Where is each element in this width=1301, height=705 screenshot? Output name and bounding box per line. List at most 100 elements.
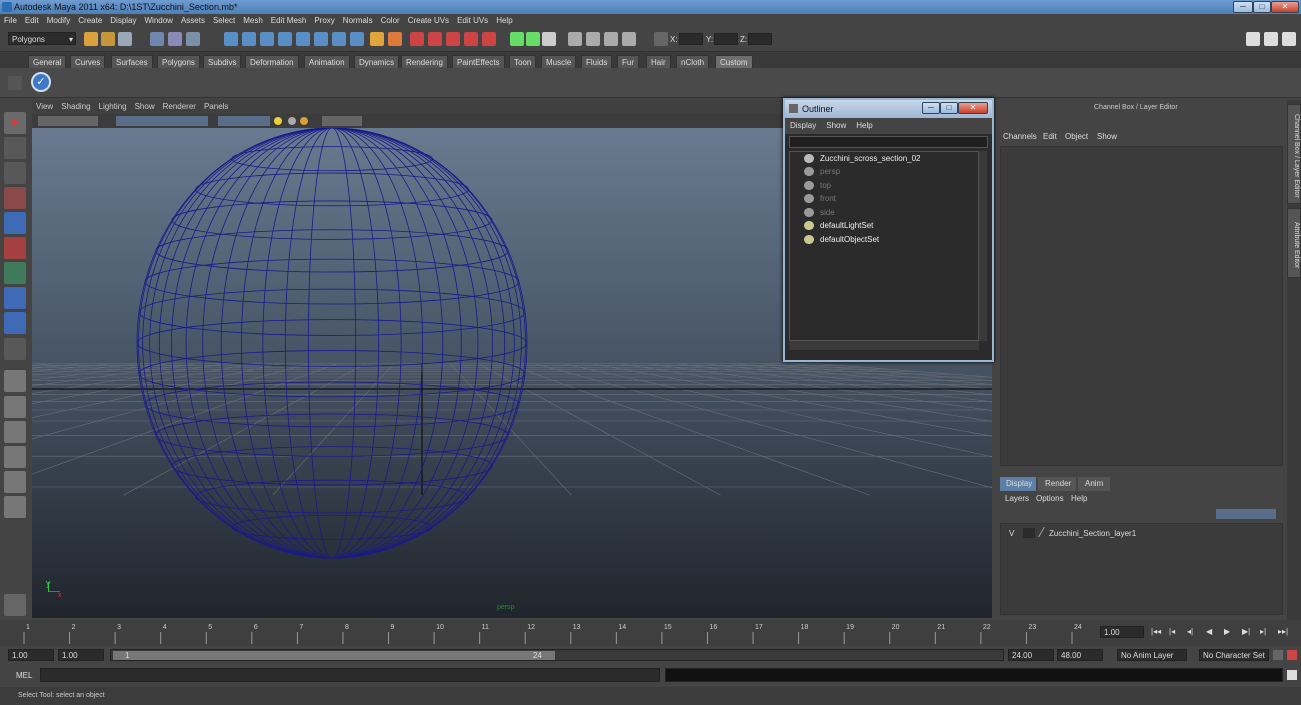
viewport-menu-shading[interactable]: Shading xyxy=(57,100,94,111)
snap-view-plane-icon[interactable] xyxy=(278,32,292,46)
outliner-vertical-scrollbar[interactable] xyxy=(979,151,987,341)
history-icon[interactable] xyxy=(314,32,328,46)
menu-proxy[interactable]: Proxy xyxy=(310,14,338,25)
outliner-item[interactable]: front xyxy=(804,194,836,206)
layer-visibility-toggle[interactable]: V xyxy=(1009,529,1014,538)
outliner-icon[interactable] xyxy=(622,32,636,46)
shelf-tab-painteffects[interactable]: PaintEffects xyxy=(452,55,505,68)
snap-point-icon[interactable] xyxy=(260,32,274,46)
select-tool-icon[interactable]: ➤ xyxy=(4,112,26,134)
outliner-item[interactable]: defaultObjectSet xyxy=(804,235,879,247)
menu-edit-mesh[interactable]: Edit Mesh xyxy=(267,14,311,25)
y-field[interactable] xyxy=(714,33,738,45)
new-scene-icon[interactable] xyxy=(84,32,98,46)
display-mode-icons[interactable] xyxy=(116,116,208,126)
shelf-tab-curves[interactable]: Curves xyxy=(70,55,106,68)
outliner-item[interactable]: Zucchini_scross_section_02 xyxy=(804,154,921,166)
select-by-component-icon[interactable] xyxy=(186,32,200,46)
layer-editor-icon[interactable] xyxy=(604,32,618,46)
outliner-titlebar[interactable]: Outliner ─ □ ✕ xyxy=(785,100,992,118)
viewport-menu-lighting[interactable]: Lighting xyxy=(95,100,131,111)
shelf-tab-hair[interactable]: Hair xyxy=(646,55,671,68)
outliner-item[interactable]: defaultLightSet xyxy=(804,221,873,233)
menu-file[interactable]: File xyxy=(0,14,21,25)
time-ruler[interactable]: 1 2 3 4 5 6 7 8 9 10 11 12 13 14 15 16 17 18 19 20 21 22 23 24 xyxy=(10,620,1098,646)
layer-name[interactable]: Zucchini_Section_layer1 xyxy=(1049,529,1136,538)
menu-window[interactable]: Window xyxy=(141,14,177,25)
shelf-tab-subdivs[interactable]: Subdivs xyxy=(203,55,242,68)
select-by-object-icon[interactable] xyxy=(168,32,182,46)
shelf-tab-rendering[interactable]: Rendering xyxy=(401,55,448,68)
menu-edit-uvs[interactable]: Edit UVs xyxy=(453,14,492,25)
auto-key-icon[interactable] xyxy=(1273,650,1283,660)
persp-hypershade-layout-icon[interactable] xyxy=(4,471,26,493)
side-tab-channel-box[interactable]: Channel Box / Layer Editor xyxy=(1287,104,1301,204)
menu-modify[interactable]: Modify xyxy=(43,14,75,25)
tool-settings-icon[interactable] xyxy=(568,32,582,46)
play-forward-button[interactable]: ▶ xyxy=(1224,627,1230,636)
outliner-minimize-button[interactable]: ─ xyxy=(922,102,940,114)
shelf-tab-dynamics[interactable]: Dynamics xyxy=(354,55,400,68)
shelf-tab-general[interactable]: General xyxy=(28,55,67,68)
shelf-tab-deformation[interactable]: Deformation xyxy=(245,55,299,68)
show-tool-settings-icon[interactable] xyxy=(1282,32,1296,46)
anim-layer-selector[interactable]: No Anim Layer xyxy=(1117,649,1187,661)
save-scene-icon[interactable] xyxy=(118,32,132,46)
last-tool-icon[interactable] xyxy=(4,312,26,334)
step-back-key-button[interactable]: |◂ xyxy=(1169,627,1175,636)
z-field[interactable] xyxy=(748,33,772,45)
outliner-item[interactable]: side xyxy=(804,208,835,220)
outliner-menu-display[interactable]: Display xyxy=(785,118,821,130)
construction-history-icon[interactable] xyxy=(332,32,346,46)
playback-end-field[interactable]: 24.00 xyxy=(1008,649,1054,661)
help-icon[interactable] xyxy=(350,32,364,46)
empty-tool-slot[interactable] xyxy=(4,338,26,360)
animation-prefs-icon[interactable] xyxy=(1287,650,1297,660)
range-slider[interactable]: 1 24 xyxy=(110,649,1004,661)
move-tool-icon[interactable] xyxy=(4,187,26,209)
animation-end-field[interactable]: 48.00 xyxy=(1057,649,1103,661)
render-settings-icon[interactable] xyxy=(410,32,424,46)
four-view-layout-icon[interactable] xyxy=(4,396,26,418)
cb-menu-show[interactable]: Show xyxy=(1097,132,1117,141)
maximize-button[interactable]: □ xyxy=(1253,1,1271,13)
manipulator-tool-icon[interactable] xyxy=(4,262,26,284)
step-forward-key-button[interactable]: ▸| xyxy=(1260,627,1266,636)
script-editor-icon[interactable] xyxy=(1287,670,1297,680)
animation-start-field[interactable]: 1.00 xyxy=(8,649,54,661)
x-field[interactable] xyxy=(679,33,703,45)
shelf-tab-ncloth[interactable]: nCloth xyxy=(676,55,710,68)
mode-selector[interactable]: Polygons ▾ xyxy=(8,32,76,45)
menu-help[interactable]: Help xyxy=(492,14,516,25)
new-layer-icons[interactable] xyxy=(1216,509,1276,519)
dope-sheet-icon[interactable] xyxy=(526,32,540,46)
render-view-icon[interactable] xyxy=(482,32,496,46)
select-by-hierarchy-icon[interactable] xyxy=(150,32,164,46)
step-back-frame-button[interactable]: ◂| xyxy=(1187,627,1193,636)
render-current-frame-icon[interactable] xyxy=(370,32,384,46)
light-icon[interactable] xyxy=(446,32,460,46)
layer-list[interactable]: V Zucchini_Section_layer1 xyxy=(1000,523,1283,615)
playback-start-field[interactable]: 1.00 xyxy=(58,649,104,661)
soft-mod-tool-icon[interactable] xyxy=(4,287,26,309)
shelf-tab-fluids[interactable]: Fluids xyxy=(581,55,613,68)
menu-edit[interactable]: Edit xyxy=(21,14,43,25)
show-channel-box-icon[interactable] xyxy=(1246,32,1260,46)
step-forward-frame-button[interactable]: ▶| xyxy=(1242,627,1250,636)
shading-mode-icons[interactable] xyxy=(218,116,270,126)
go-to-end-button[interactable]: ▸▸| xyxy=(1278,627,1288,636)
graph-editor-icon[interactable] xyxy=(510,32,524,46)
cb-menu-object[interactable]: Object xyxy=(1065,132,1088,141)
layer-tab-anim[interactable]: Anim xyxy=(1078,477,1110,491)
shelf-tab-toon[interactable]: Toon xyxy=(509,55,537,68)
layer-tab-render[interactable]: Render xyxy=(1038,477,1076,491)
open-scene-icon[interactable] xyxy=(101,32,115,46)
shelf-tab-surfaces[interactable]: Surfaces xyxy=(111,55,153,68)
shelf-tab-custom[interactable]: Custom xyxy=(715,55,753,68)
outliner-filter-field[interactable] xyxy=(789,136,988,148)
range-slider-handle[interactable]: 1 24 xyxy=(113,651,555,660)
layer-menu-help[interactable]: Help xyxy=(1071,494,1087,503)
layer-tab-display[interactable]: Display xyxy=(1000,477,1036,491)
play-backward-button[interactable]: ◀ xyxy=(1206,627,1212,636)
persp-outliner-layout-icon[interactable] xyxy=(4,421,26,443)
